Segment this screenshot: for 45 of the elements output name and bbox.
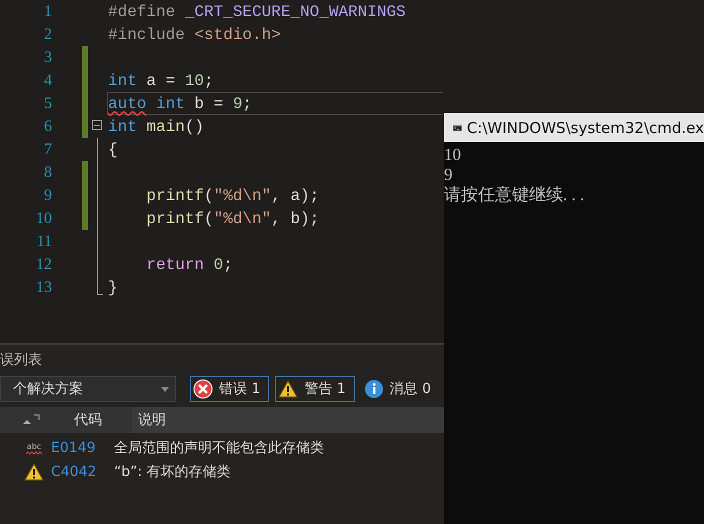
code-line: #include <stdio.h> bbox=[108, 26, 281, 44]
info-icon bbox=[364, 379, 384, 399]
console-output: 请按任意键继续. . . bbox=[444, 185, 586, 205]
error-description: “b”: 有坏的存储类 bbox=[114, 463, 231, 481]
line-number: 5 bbox=[43, 94, 52, 112]
column-header[interactable]: 代码 bbox=[70, 407, 132, 433]
line-number: 2 bbox=[43, 26, 52, 44]
line-number: 13 bbox=[35, 278, 52, 296]
sort-icon bbox=[22, 414, 40, 426]
line-number: 3 bbox=[43, 48, 52, 66]
warning-icon bbox=[278, 380, 298, 398]
line-number: 6 bbox=[43, 118, 52, 136]
scope-dropdown[interactable]: 个解决方案 bbox=[0, 376, 176, 402]
line-number: 8 bbox=[43, 164, 52, 182]
code-line: int a = 10; bbox=[108, 72, 214, 90]
code-line: } bbox=[108, 278, 118, 296]
line-number: 4 bbox=[43, 72, 52, 90]
console-output: 9 bbox=[444, 165, 454, 185]
line-number: 12 bbox=[35, 256, 52, 274]
code-line: { bbox=[108, 140, 118, 158]
error-description: 全局范围的声明不能包含此存储类 bbox=[114, 439, 324, 457]
filter-button[interactable]: 警告 1 bbox=[275, 376, 355, 402]
code-line: #define _CRT_SECURE_NO_WARNINGS bbox=[108, 2, 406, 20]
filter-button[interactable]: 错误 1 bbox=[190, 376, 270, 402]
error-icon bbox=[193, 379, 213, 399]
code-line: return 0; bbox=[145, 256, 233, 274]
filter-button[interactable]: 消息 0 bbox=[360, 376, 440, 402]
caret-icon bbox=[161, 386, 169, 392]
code-line: printf("%d\n", b); bbox=[145, 210, 320, 228]
code-line: printf("%d\n", a); bbox=[145, 186, 320, 204]
warning-icon bbox=[24, 463, 44, 481]
column-header[interactable]: 说明 bbox=[132, 407, 444, 433]
window-title: C:\WINDOWS\system32\cmd.ex bbox=[466, 118, 704, 136]
line-number: 7 bbox=[43, 140, 52, 158]
collapse-icon[interactable] bbox=[92, 120, 102, 130]
panel-title: 误列表 bbox=[0, 351, 43, 369]
error-code[interactable]: E0149 bbox=[51, 440, 114, 456]
code-line: int main() bbox=[108, 118, 204, 136]
line-number: 11 bbox=[36, 232, 52, 250]
line-number: 9 bbox=[43, 186, 52, 204]
code-line: auto int b = 9; bbox=[108, 94, 252, 112]
line-number: 10 bbox=[35, 210, 52, 228]
error-code[interactable]: C4042 bbox=[51, 464, 114, 480]
line-number: 1 bbox=[43, 2, 52, 20]
console-output: 10 bbox=[444, 145, 462, 165]
